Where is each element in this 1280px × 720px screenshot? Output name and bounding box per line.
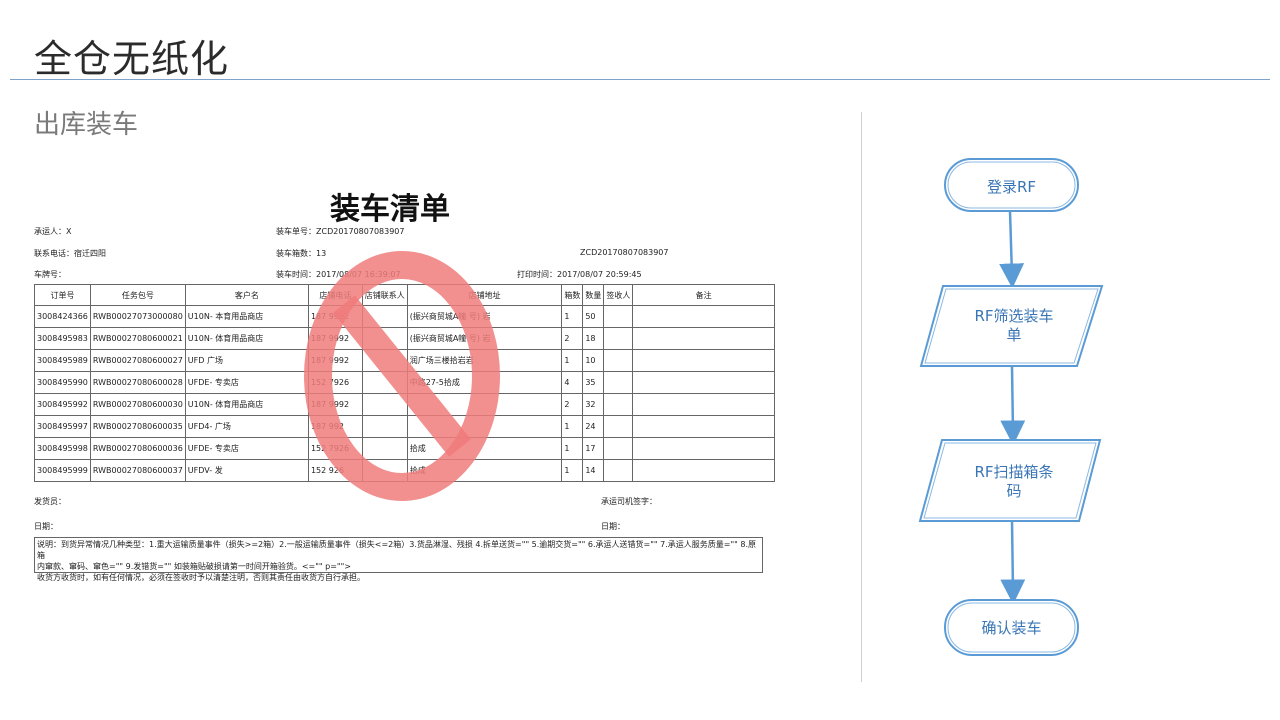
flow-label-confirm-loading: 确认装车 — [981, 619, 1042, 637]
driver-sign-label: 承运司机签字： — [601, 497, 657, 506]
column-header: 客户名 — [184, 284, 309, 306]
notes-box: 说明：到货异常情况几种类型：1.重大运输质量事件（损失>=2箱）2.一般运输质量… — [34, 537, 763, 582]
cell-signer — [603, 459, 634, 482]
cell-signer — [603, 371, 634, 394]
cell-boxes: 2 — [561, 393, 584, 416]
cell-boxes: 4 — [561, 371, 584, 394]
cell-customer: UFDE- 专卖店 — [184, 371, 309, 394]
notes-line-3: 收货方收货时，如有任何情况，必须在签收时予以清楚注明，否则其责任由收货方自行承担… — [37, 573, 365, 582]
flow-label-filter-load-list: RF筛选装车 单 — [974, 307, 1054, 344]
flow-arrow — [1000, 365, 1026, 446]
barcode-text: ZCD20170807083907 — [580, 248, 669, 257]
column-header: 签收人 — [603, 284, 634, 306]
title-divider — [10, 79, 1270, 80]
vertical-divider — [861, 112, 862, 682]
cell-task-no: RWB00027080600036 — [89, 437, 186, 460]
cell-signer — [603, 415, 634, 438]
cell-qty: 35 — [582, 371, 605, 394]
cell-qty: 24 — [582, 415, 605, 438]
section-title: 出库装车 — [34, 110, 139, 140]
cell-signer — [603, 327, 634, 350]
loading-list-document: 装车清单 承运人：X 联系电话：宿迁四阳 车牌号： 装车单号：ZCD201708… — [30, 180, 775, 582]
cell-task-no: RWB00027080600035 — [89, 415, 186, 438]
cell-order-no: 3008424366 — [34, 305, 91, 328]
cell-signer — [603, 305, 634, 328]
cell-qty: 18 — [582, 327, 605, 350]
cell-remark — [632, 349, 775, 372]
notes-line-1: 说明：到货异常情况几种类型：1.重大运输质量事件（损失>=2箱）2.一般运输质量… — [37, 540, 757, 560]
cell-remark — [632, 459, 775, 482]
cell-order-no: 3008495998 — [34, 437, 91, 460]
notes-line-2: 内窜款、窜码、窜色="" 9.发错货="" 如装箱贴破损请第一时间开箱验货。<=… — [37, 562, 351, 571]
cell-qty: 14 — [582, 459, 605, 482]
cell-remark — [632, 437, 775, 460]
shipper-label: 发货员： — [34, 497, 66, 506]
column-header: 数量 — [582, 284, 605, 306]
plate-label: 车牌号： — [34, 270, 66, 279]
cell-order-no: 3008495983 — [34, 327, 91, 350]
column-header: 备注 — [632, 284, 775, 306]
cell-remark — [632, 327, 775, 350]
cell-customer: UFDV- 发 — [184, 459, 309, 482]
flow-label-login-rf: 登录RF — [986, 178, 1037, 196]
print-time-label: 打印时间：2017/08/07 20:59:45 — [517, 270, 642, 279]
cell-order-no: 3008495997 — [34, 415, 91, 438]
cell-qty: 32 — [582, 393, 605, 416]
cell-customer: UFD4- 广场 — [184, 415, 309, 438]
cell-task-no: RWB00027080600021 — [89, 327, 186, 350]
cell-customer: U10N- 体育用品商店 — [184, 327, 309, 350]
cell-order-no: 3008495992 — [34, 393, 91, 416]
cell-boxes: 1 — [561, 349, 584, 372]
cell-signer — [603, 393, 634, 416]
cell-boxes: 1 — [561, 415, 584, 438]
cell-signer — [603, 349, 634, 372]
slide-title: 全仓无纸化 — [34, 37, 230, 81]
flow-arrow — [1000, 520, 1026, 605]
cell-boxes: 2 — [561, 327, 584, 350]
cell-customer: UFD 广场 — [184, 349, 309, 372]
cell-signer — [603, 437, 634, 460]
cell-order-no: 3008495999 — [34, 459, 91, 482]
load-number-label: 装车单号：ZCD20170807083907 — [276, 227, 405, 236]
flow-label-scan-box-barcode: RF扫描箱条 码 — [974, 463, 1054, 500]
cell-customer: U10N- 体育用品商店 — [184, 393, 309, 416]
carrier-label: 承运人：X — [34, 227, 72, 236]
process-flowchart — [918, 158, 1104, 656]
date-left-label: 日期： — [34, 522, 58, 531]
cell-remark — [632, 415, 775, 438]
cell-order-no: 3008495989 — [34, 349, 91, 372]
cell-remark — [632, 305, 775, 328]
cell-task-no: RWB00027080600030 — [89, 393, 186, 416]
document-title: 装车清单 — [330, 192, 450, 227]
prohibited-icon — [304, 251, 500, 501]
column-header: 箱数 — [561, 284, 584, 306]
column-header: 订单号 — [34, 284, 91, 306]
column-header: 任务包号 — [89, 284, 186, 306]
cell-qty: 50 — [582, 305, 605, 328]
cell-boxes: 1 — [561, 305, 584, 328]
cell-customer: U10N- 本育用品商店 — [184, 305, 309, 328]
cell-remark — [632, 371, 775, 394]
cell-task-no: RWB00027080600028 — [89, 371, 186, 394]
cell-remark — [632, 393, 775, 416]
flow-arrow — [999, 210, 1025, 289]
cell-task-no: RWB00027073000080 — [89, 305, 186, 328]
cell-qty: 10 — [582, 349, 605, 372]
cell-task-no: RWB00027080600027 — [89, 349, 186, 372]
cell-customer: UFDE- 专卖店 — [184, 437, 309, 460]
date-right-label: 日期： — [601, 522, 625, 531]
cell-qty: 17 — [582, 437, 605, 460]
cell-boxes: 1 — [561, 437, 584, 460]
phone-label: 联系电话：宿迁四阳 — [34, 249, 106, 258]
cell-task-no: RWB00027080600037 — [89, 459, 186, 482]
cell-order-no: 3008495990 — [34, 371, 91, 394]
cell-boxes: 1 — [561, 459, 584, 482]
